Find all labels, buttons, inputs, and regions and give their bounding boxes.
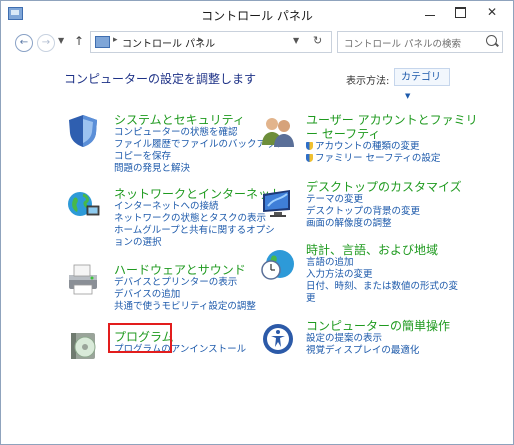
search-input[interactable]: コントロール パネルの検索: [337, 31, 503, 53]
category-ease-of-access: コンピューターの簡単操作 設定の提案の表示 視覚ディスプレイの最適化: [306, 319, 450, 357]
link-troubleshoot[interactable]: 問題の発見と解決: [114, 163, 285, 175]
link-mobility-settings[interactable]: 共通で使うモビリティ設定の調整: [114, 301, 256, 313]
category-title-clock-language-region[interactable]: 時計、言語、および地域: [306, 243, 458, 257]
link-date-time-format-cont[interactable]: 更: [306, 293, 458, 305]
category-title-appearance[interactable]: デスクトップのカスタマイズ: [306, 180, 462, 194]
recent-locations-chevron-icon[interactable]: ▼: [58, 36, 64, 45]
link-settings-suggestions[interactable]: 設定の提案の表示: [306, 333, 450, 345]
title-bar: コントロール パネル ✕: [1, 1, 513, 27]
page-heading: コンピューターの設定を調整します: [64, 72, 257, 86]
network-globe-icon: [68, 192, 100, 216]
breadcrumb-chevron-icon[interactable]: ▸: [198, 35, 203, 45]
address-dropdown-icon[interactable]: ▼: [293, 36, 299, 45]
category-title-user-accounts[interactable]: ユーザー アカウントとファミリ: [306, 113, 478, 127]
users-icon: [262, 118, 294, 147]
link-homegroup-sharing[interactable]: ホームグループと共有に関するオプシ: [114, 225, 282, 237]
category-clock-language-region: 時計、言語、および地域 言語の追加 入力方法の変更 日付、時刻、または数値の形式…: [306, 243, 458, 305]
shield-icon: [69, 115, 97, 147]
programs-disc-icon: [71, 333, 96, 359]
category-network-internet: ネットワークとインターネット インターネットへの接続 ネットワークの状態とタスク…: [114, 187, 282, 249]
address-bar[interactable]: ▸ コントロール パネル ▸ ▼ ↻: [90, 31, 332, 53]
link-network-status-tasks[interactable]: ネットワークの状態とタスクの表示: [114, 213, 282, 225]
link-homegroup-sharing-cont[interactable]: ョンの選択: [114, 237, 282, 249]
category-appearance: デスクトップのカスタマイズ テーマの変更 デスクトップの背景の変更 画面の解像度…: [306, 180, 462, 230]
link-family-safety[interactable]: ファミリー セーフティの設定: [306, 153, 478, 165]
back-button[interactable]: ←: [15, 34, 33, 52]
forward-arrow-icon: →: [41, 37, 51, 48]
back-arrow-icon: ←: [19, 37, 29, 48]
up-arrow-icon[interactable]: ↑: [74, 34, 84, 48]
link-change-input-method[interactable]: 入力方法の変更: [306, 269, 458, 281]
category-title-ease-of-access[interactable]: コンピューターの簡単操作: [306, 319, 450, 333]
search-icon[interactable]: [486, 35, 497, 46]
control-panel-icon: [95, 36, 110, 48]
desktop-monitor-icon: [263, 190, 290, 217]
close-icon: ✕: [486, 5, 498, 19]
link-date-time-format[interactable]: 日付、時刻、または数値の形式の変: [306, 281, 458, 293]
link-connect-internet[interactable]: インターネットへの接続: [114, 201, 282, 213]
minimize-button[interactable]: [419, 3, 441, 21]
control-panel-window: コントロール パネル ✕ ← → ▼ ↑ ▸ コントロール パネル ▸ ▼ ↻ …: [0, 0, 514, 445]
printer-icon: [69, 264, 97, 295]
search-placeholder: コントロール パネルの検索: [344, 39, 462, 50]
programs-highlight-box: [108, 323, 172, 353]
category-title-user-accounts-cont[interactable]: ー セーフティ: [306, 127, 478, 141]
maximize-button[interactable]: [449, 3, 471, 21]
forward-button[interactable]: →: [37, 34, 55, 52]
link-optimize-visual-display[interactable]: 視覚ディスプレイの最適化: [306, 345, 450, 357]
link-change-account-type[interactable]: アカウントの種類の変更: [306, 141, 478, 153]
chevron-down-icon: ▼: [405, 92, 411, 100]
refresh-icon[interactable]: ↻: [313, 34, 322, 47]
clock-globe-icon: [261, 250, 294, 280]
link-change-background[interactable]: デスクトップの背景の変更: [306, 206, 462, 218]
link-adjust-resolution[interactable]: 画面の解像度の調整: [306, 218, 462, 230]
close-button[interactable]: ✕: [481, 3, 503, 21]
link-add-device[interactable]: デバイスの追加: [114, 289, 256, 301]
link-devices-printers[interactable]: デバイスとプリンターの表示: [114, 277, 256, 289]
category-user-accounts: ユーザー アカウントとファミリ ー セーフティ アカウントの種類の変更 ファミリ…: [306, 113, 478, 165]
view-by-dropdown[interactable]: カテゴリ ▼: [394, 68, 450, 100]
link-file-history-backup-cont[interactable]: コピーを保存: [114, 151, 285, 163]
category-title-network-internet[interactable]: ネットワークとインターネット: [114, 187, 282, 201]
category-title-hardware-sound[interactable]: ハードウェアとサウンド: [114, 263, 256, 277]
link-add-language[interactable]: 言語の追加: [306, 257, 458, 269]
view-by-label: 表示方法:: [346, 76, 390, 87]
ease-of-access-icon: [263, 324, 293, 354]
view-by-value: カテゴリ: [401, 72, 441, 83]
breadcrumb-chevron-icon[interactable]: ▸: [113, 35, 118, 45]
category-hardware-sound: ハードウェアとサウンド デバイスとプリンターの表示 デバイスの追加 共通で使うモ…: [114, 263, 256, 313]
link-change-theme[interactable]: テーマの変更: [306, 194, 462, 206]
